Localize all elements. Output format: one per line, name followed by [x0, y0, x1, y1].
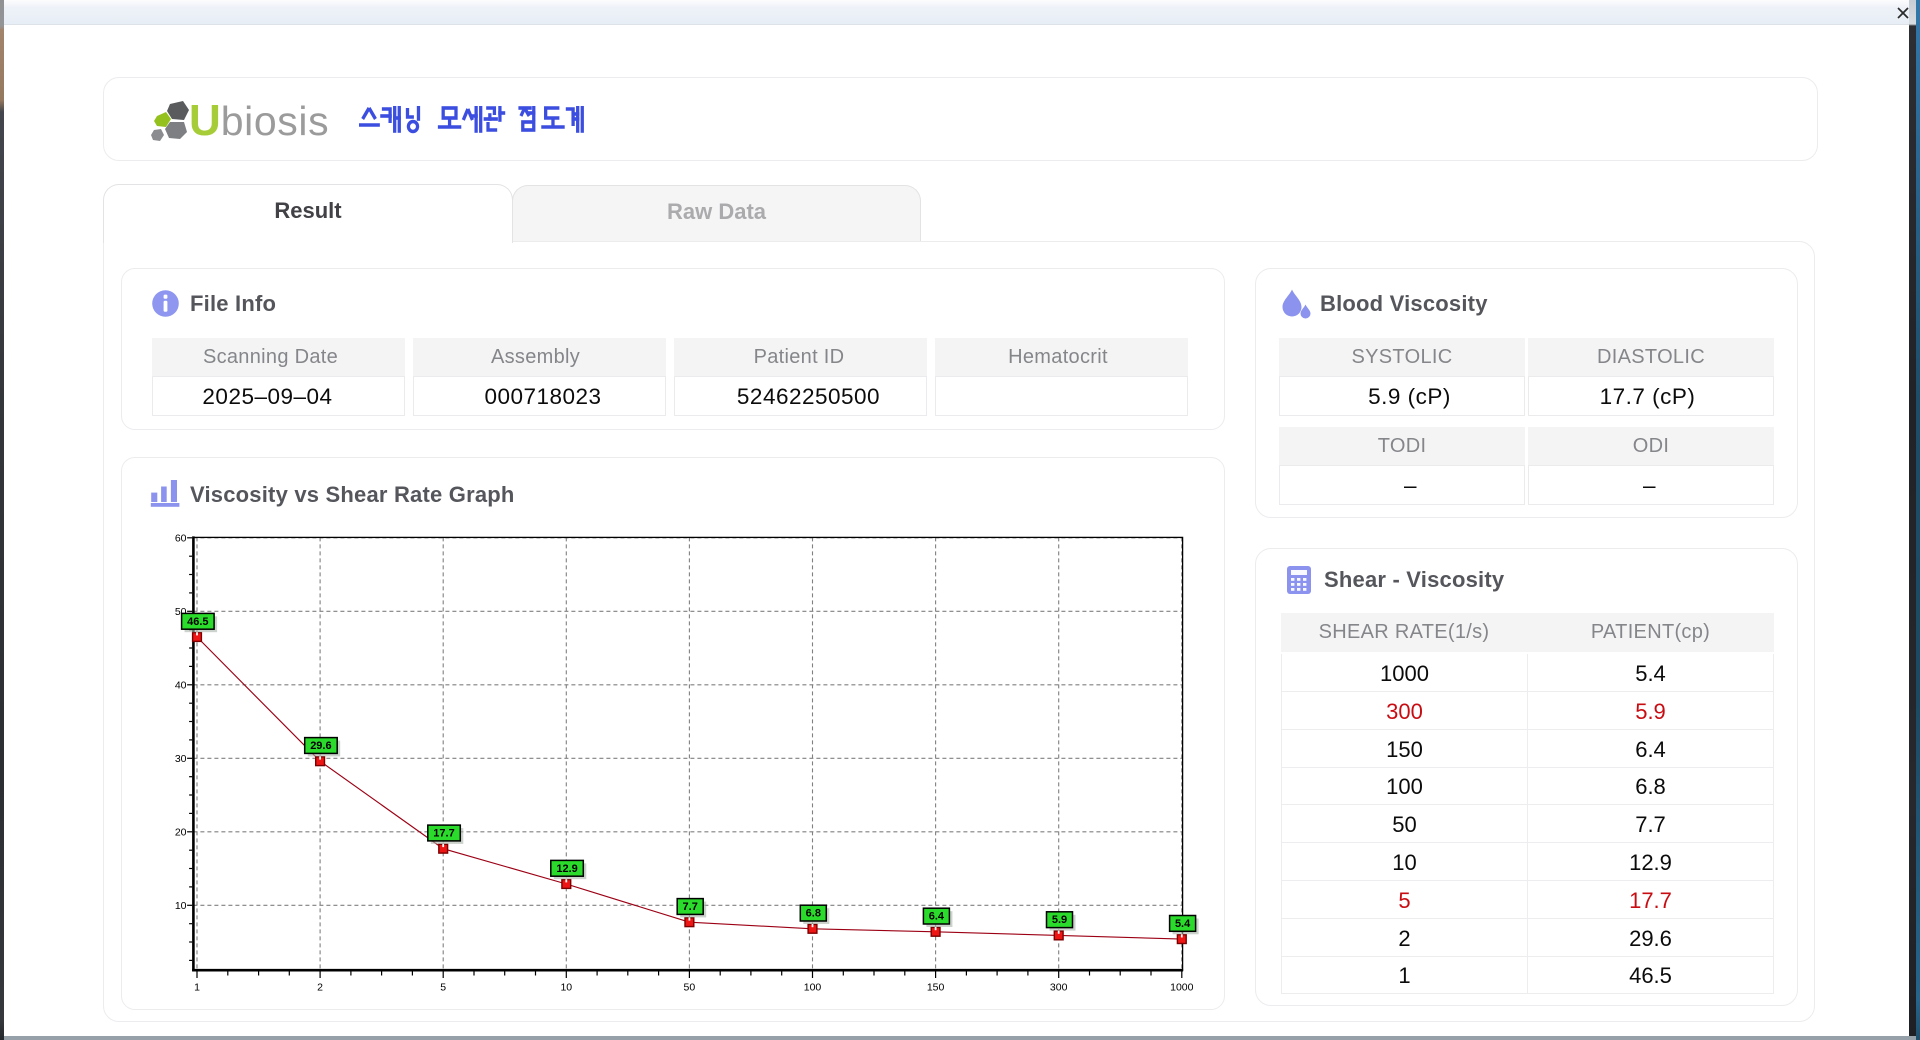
svg-text:1: 1 [194, 982, 200, 994]
svg-text:5.9: 5.9 [1052, 914, 1067, 926]
svg-text:20: 20 [175, 826, 187, 838]
svg-text:300: 300 [1050, 982, 1068, 994]
svg-text:40: 40 [175, 679, 187, 691]
svg-text:46.5: 46.5 [187, 616, 208, 628]
svg-text:50: 50 [684, 982, 696, 994]
svg-text:100: 100 [804, 982, 822, 994]
svg-text:7.7: 7.7 [683, 901, 698, 913]
svg-text:10: 10 [175, 900, 187, 912]
svg-text:10: 10 [560, 982, 572, 994]
svg-text:5.4: 5.4 [1175, 918, 1191, 930]
svg-text:6.8: 6.8 [806, 908, 821, 920]
svg-text:17.7: 17.7 [433, 828, 454, 840]
svg-text:150: 150 [927, 982, 945, 994]
svg-text:29.6: 29.6 [310, 740, 331, 752]
svg-text:12.9: 12.9 [556, 863, 577, 875]
svg-text:1000: 1000 [1170, 982, 1194, 994]
svg-text:30: 30 [175, 753, 187, 765]
svg-text:6.4: 6.4 [929, 911, 945, 923]
svg-text:5: 5 [440, 982, 446, 994]
svg-text:60: 60 [175, 532, 187, 544]
svg-text:2: 2 [317, 982, 323, 994]
